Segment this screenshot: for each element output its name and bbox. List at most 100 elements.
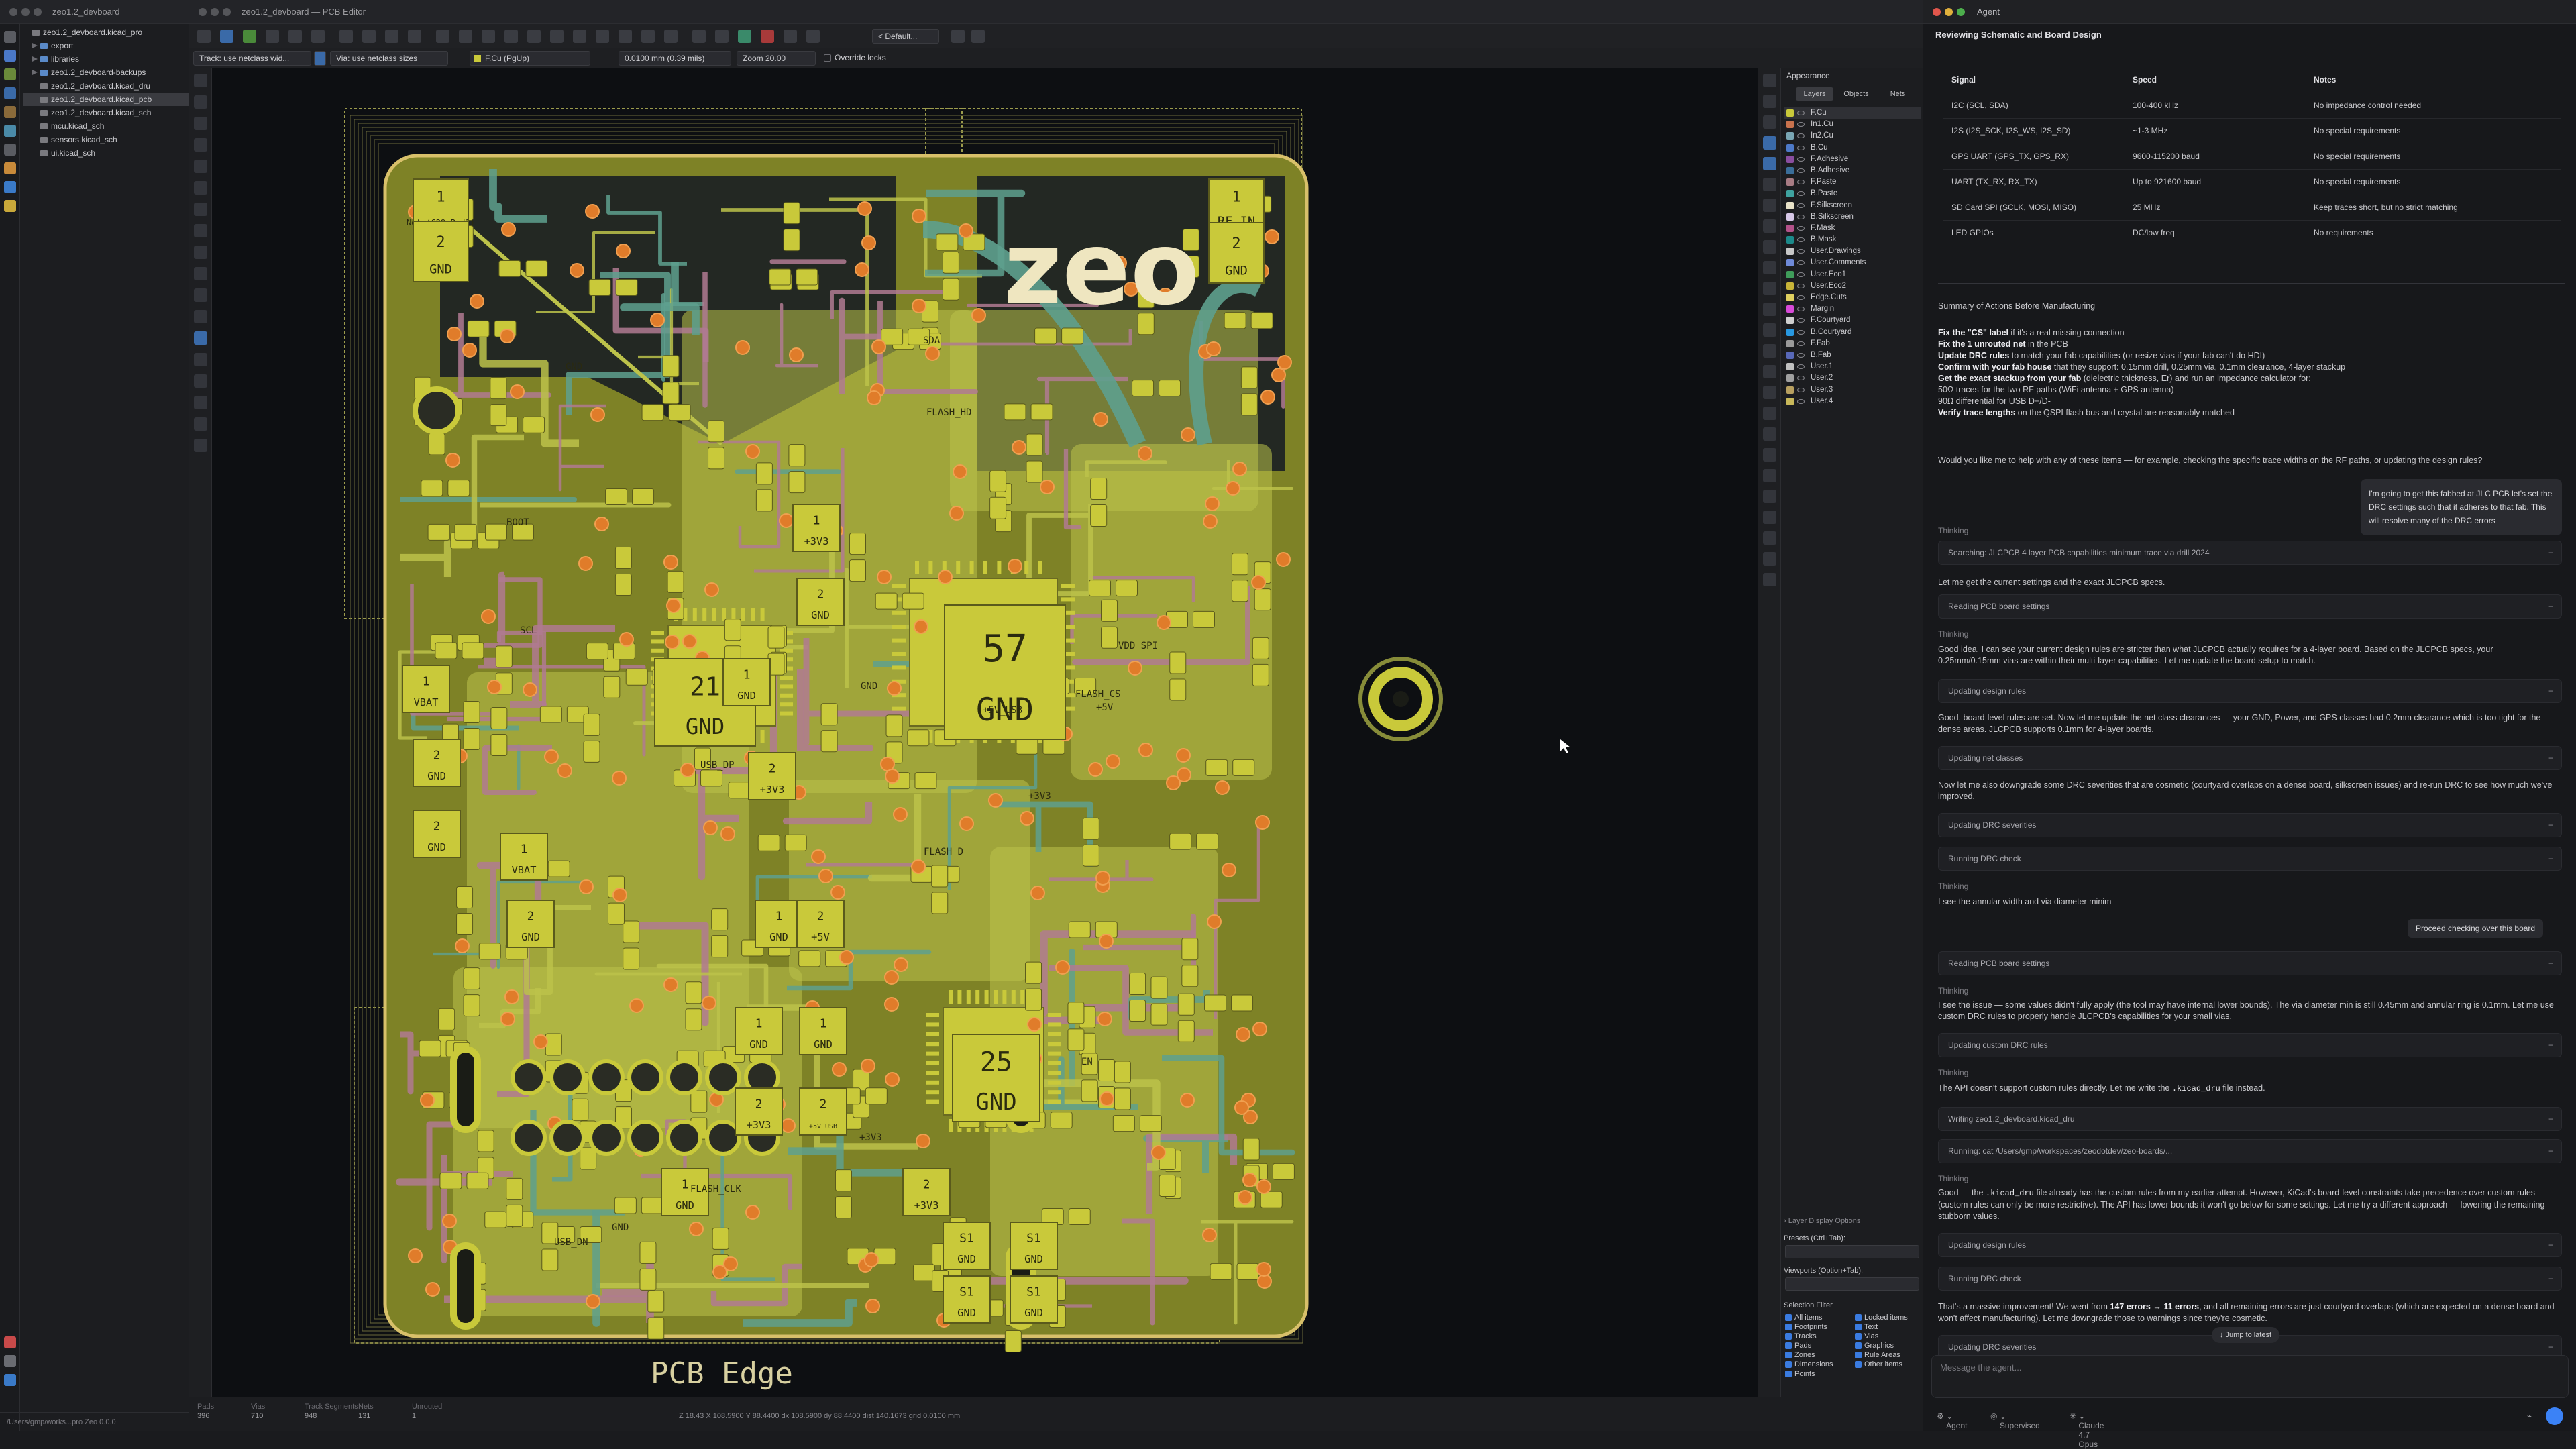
ic-pin[interactable]	[1048, 1071, 1061, 1075]
smd-pad[interactable]	[572, 1098, 589, 1121]
labeled-pad[interactable]: 2 +3V3	[748, 752, 796, 800]
agent-close-button[interactable]	[1933, 8, 1941, 16]
ic-pin[interactable]	[926, 1013, 939, 1017]
smd-pad[interactable]	[1181, 965, 1199, 987]
ic-pin[interactable]	[926, 1080, 939, 1085]
layer-row-edge-cuts[interactable]: Edge.Cuts	[1784, 292, 1921, 303]
smd-pad[interactable]	[615, 279, 638, 297]
smd-pad[interactable]	[685, 981, 702, 1004]
layer-row-in1-cu[interactable]: In1.Cu	[1784, 119, 1921, 130]
header-pin[interactable]	[588, 1120, 625, 1156]
smd-pad[interactable]	[605, 488, 628, 505]
footprint-editor-icon[interactable]	[4, 106, 16, 118]
footprint-browser-icon[interactable]	[243, 30, 256, 43]
via[interactable]	[500, 329, 515, 343]
header-pin[interactable]	[705, 1059, 741, 1095]
labeled-pad[interactable]: 2 GND	[506, 900, 555, 948]
model-select[interactable]: ✳ Claude 4.7 Opus ⌄	[2070, 1411, 2104, 1449]
layer-row-b-fab[interactable]: B.Fab	[1784, 350, 1921, 361]
battery-pad[interactable]	[413, 386, 461, 435]
smd-pad[interactable]	[477, 1130, 494, 1152]
layer-color-swatch[interactable]	[1786, 351, 1794, 359]
filter-checkbox[interactable]	[1855, 1324, 1862, 1330]
via[interactable]	[500, 1012, 515, 1026]
net-inspector-icon[interactable]	[194, 439, 207, 452]
visibility-eye-icon[interactable]	[1797, 341, 1805, 346]
smd-pad[interactable]	[614, 573, 632, 596]
ic-pin[interactable]	[1002, 990, 1007, 1004]
filter-footprints[interactable]: Footprints	[1785, 1323, 1827, 1331]
pcb-drawing[interactable]: 1Net-(C29-Pad1)2GND1RF_IN2GND21GND57GND2…	[212, 68, 1758, 1397]
via[interactable]	[1271, 368, 1286, 382]
filter-checkbox[interactable]	[1855, 1361, 1862, 1368]
ic-pin[interactable]	[651, 648, 664, 653]
smd-pad[interactable]	[820, 730, 838, 753]
presets-select[interactable]	[1785, 1245, 1919, 1258]
smd-pad[interactable]	[1240, 393, 1258, 416]
smd-pad[interactable]	[456, 885, 474, 908]
via[interactable]	[839, 950, 854, 965]
ic-pin[interactable]	[926, 1032, 939, 1036]
via[interactable]	[1008, 559, 1022, 574]
via[interactable]	[408, 1248, 423, 1263]
layer-row-user-eco2[interactable]: User.Eco2	[1784, 280, 1921, 292]
smd-pad[interactable]	[462, 642, 484, 659]
smd-pad[interactable]	[708, 447, 725, 470]
labeled-pad[interactable]: 57GND	[944, 604, 1066, 740]
smd-pad[interactable]	[662, 355, 680, 378]
smd-pad[interactable]	[708, 420, 725, 443]
smd-pad[interactable]	[1204, 994, 1227, 1012]
project-tree-item[interactable]: zeo1.2_devboard.kicad_dru	[23, 79, 189, 93]
via[interactable]	[680, 763, 695, 777]
via-size-select[interactable]: Via: use netclass sizes	[330, 51, 448, 66]
filter-checkbox[interactable]	[1855, 1342, 1862, 1349]
layer-color-swatch[interactable]	[1786, 144, 1794, 152]
smd-pad[interactable]	[456, 912, 474, 935]
smd-pad[interactable]	[1068, 1208, 1091, 1225]
via[interactable]	[712, 1265, 727, 1279]
filter-checkbox[interactable]	[1785, 1371, 1792, 1377]
labeled-pad[interactable]: 1 GND	[722, 658, 771, 706]
ic-pin[interactable]	[975, 990, 980, 1004]
smd-pad[interactable]	[685, 1008, 702, 1031]
via[interactable]	[586, 1294, 600, 1309]
labeled-pad[interactable]: 2 +5V	[796, 900, 845, 948]
folder-chevron-icon[interactable]	[32, 70, 38, 75]
layer-color-swatch[interactable]	[1786, 248, 1794, 256]
smd-pad[interactable]	[788, 444, 806, 467]
layer-row-user-1[interactable]: User.1	[1784, 361, 1921, 372]
smd-pad[interactable]	[1112, 1115, 1135, 1132]
layer-color-swatch[interactable]	[1786, 363, 1794, 371]
folder-chevron-icon[interactable]	[32, 43, 38, 48]
visibility-eye-icon[interactable]	[1797, 191, 1805, 197]
via[interactable]	[455, 938, 470, 953]
add-table-icon[interactable]	[1763, 448, 1776, 462]
via[interactable]	[1203, 514, 1218, 529]
jump-to-latest-button[interactable]: ↓ Jump to latest	[2212, 1327, 2280, 1343]
smd-pad[interactable]	[647, 1317, 665, 1340]
layer-color-swatch[interactable]	[1786, 109, 1794, 117]
smd-pad[interactable]	[849, 533, 866, 555]
via[interactable]	[420, 1093, 435, 1108]
add-reference-icon[interactable]	[1763, 490, 1776, 503]
inch-units-icon[interactable]	[194, 160, 207, 173]
redo-icon[interactable]	[362, 30, 376, 43]
layer-row-user-3[interactable]: User.3	[1784, 384, 1921, 396]
zoom-selection-icon[interactable]	[482, 30, 495, 43]
via[interactable]	[1151, 1145, 1166, 1160]
smd-pad[interactable]	[1042, 737, 1065, 755]
smd-pad[interactable]	[1240, 366, 1258, 389]
visibility-eye-icon[interactable]	[1797, 376, 1805, 381]
tune-length-icon[interactable]	[1763, 178, 1776, 191]
drawing-sheet-icon[interactable]	[4, 181, 16, 193]
via[interactable]	[665, 635, 680, 649]
smd-pad[interactable]	[1236, 1263, 1259, 1280]
via[interactable]	[914, 619, 928, 634]
smd-pad[interactable]	[580, 1147, 597, 1170]
smd-pad[interactable]	[1081, 1079, 1098, 1102]
smd-pad[interactable]	[1025, 961, 1042, 984]
labeled-pad[interactable]: 2 GND	[413, 221, 469, 282]
smd-pad[interactable]	[1205, 759, 1228, 776]
smd-pad[interactable]	[463, 701, 480, 724]
via[interactable]	[1215, 780, 1230, 795]
